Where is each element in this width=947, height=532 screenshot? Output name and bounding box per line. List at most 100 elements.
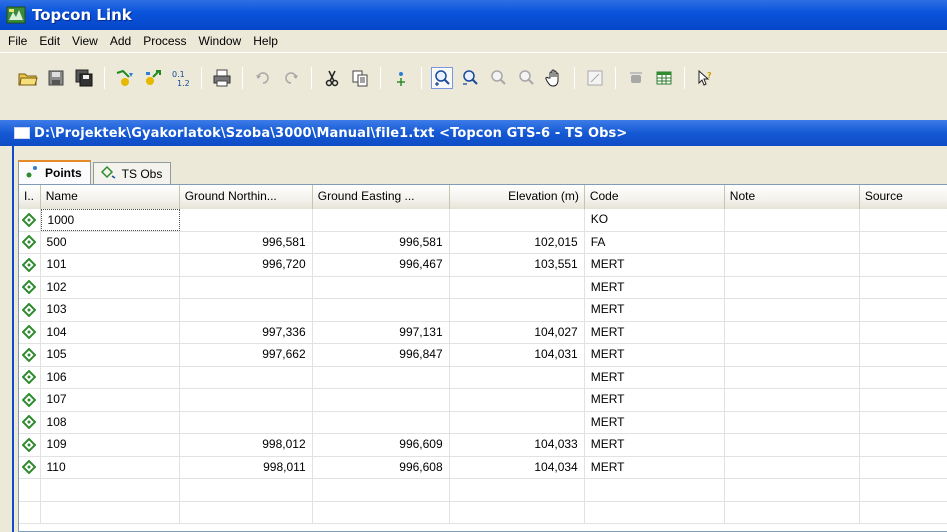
cell-elevation[interactable]: 104,031 [450, 344, 585, 366]
menu-process[interactable]: Process [137, 30, 192, 52]
cell-code[interactable]: KO [585, 209, 725, 231]
cell-name[interactable]: 109 [41, 434, 180, 456]
cell-ground-easting[interactable] [313, 276, 450, 298]
cell-note[interactable] [725, 299, 860, 321]
cell-ground-easting[interactable] [313, 209, 450, 231]
cell-name[interactable]: 106 [41, 366, 180, 388]
cut-icon[interactable] [321, 67, 343, 89]
cell-ground-northing[interactable] [180, 276, 313, 298]
menu-add[interactable]: Add [104, 30, 137, 52]
cell-elevation[interactable] [450, 389, 585, 411]
column-header-ground-northing[interactable]: Ground Northin... [179, 185, 313, 209]
help-pointer-icon[interactable]: ? [694, 67, 716, 89]
cell-source[interactable] [860, 389, 947, 411]
cell-elevation[interactable] [450, 209, 585, 231]
cell-ground-northing[interactable]: 997,336 [180, 321, 313, 343]
cell-code[interactable]: MERT [585, 254, 725, 276]
save-all-icon[interactable] [73, 67, 95, 89]
cell-source[interactable] [860, 209, 947, 231]
print-icon[interactable] [211, 67, 233, 89]
table-row[interactable]: 500 996,581 996,581 102,015 FA [19, 231, 947, 254]
cell-code[interactable]: MERT [585, 389, 725, 411]
cell-ground-easting[interactable] [313, 411, 450, 433]
app-titlebar[interactable]: Topcon Link [0, 0, 947, 30]
cell-source[interactable] [860, 344, 947, 366]
add-point-icon[interactable] [390, 67, 412, 89]
cell-name[interactable]: 108 [41, 411, 180, 433]
table-row[interactable]: 106 MERT [19, 366, 947, 389]
cell-ground-northing[interactable]: 997,662 [180, 344, 313, 366]
zoom-out-icon[interactable] [459, 67, 481, 89]
cell-ground-northing[interactable] [180, 299, 313, 321]
cell-ground-northing[interactable]: 998,011 [180, 456, 313, 478]
cell-ground-easting[interactable]: 996,608 [313, 456, 450, 478]
cell-ground-easting[interactable]: 997,131 [313, 321, 450, 343]
cell-ground-easting[interactable] [313, 389, 450, 411]
zoom-extents-icon[interactable] [487, 67, 509, 89]
cell-source[interactable] [860, 411, 947, 433]
save-icon[interactable] [45, 67, 67, 89]
cell-note[interactable] [725, 366, 860, 388]
table-row[interactable]: 1000 KO [19, 209, 947, 232]
cell-name[interactable]: 110 [41, 456, 180, 478]
cell-ground-easting[interactable]: 996,467 [313, 254, 450, 276]
cell-ground-easting[interactable]: 996,847 [313, 344, 450, 366]
cell-name[interactable]: 105 [41, 344, 180, 366]
cell-note[interactable] [725, 231, 860, 253]
cell-source[interactable] [860, 254, 947, 276]
zoom-in-icon[interactable] [431, 67, 453, 89]
column-header-code[interactable]: Code [584, 185, 725, 209]
table-row[interactable]: 109 998,012 996,609 104,033 MERT [19, 434, 947, 457]
cell-code[interactable]: MERT [585, 411, 725, 433]
tab-ts-obs[interactable]: TS Obs [92, 162, 172, 184]
cell-elevation[interactable]: 104,034 [450, 456, 585, 478]
cell-elevation[interactable]: 104,027 [450, 321, 585, 343]
undo-icon[interactable] [252, 67, 274, 89]
table-row[interactable]: 105 997,662 996,847 104,031 MERT [19, 344, 947, 367]
menu-edit[interactable]: Edit [33, 30, 66, 52]
cell-ground-northing[interactable] [180, 389, 313, 411]
menu-view[interactable]: View [66, 30, 104, 52]
cell-ground-easting[interactable] [313, 299, 450, 321]
cell-ground-easting[interactable] [313, 366, 450, 388]
zoom-window-icon[interactable] [515, 67, 537, 89]
cell-elevation[interactable]: 104,033 [450, 434, 585, 456]
cell-elevation[interactable]: 102,015 [450, 231, 585, 253]
export-icon[interactable] [142, 67, 164, 89]
cell-note[interactable] [725, 434, 860, 456]
cell-source[interactable] [860, 231, 947, 253]
pan-hand-icon[interactable] [543, 67, 565, 89]
cell-ground-easting[interactable]: 996,581 [313, 231, 450, 253]
cell-source[interactable] [860, 366, 947, 388]
cell-code[interactable]: MERT [585, 434, 725, 456]
cell-elevation[interactable] [450, 411, 585, 433]
cell-name[interactable]: 107 [41, 389, 180, 411]
select-box-icon[interactable] [584, 67, 606, 89]
import-icon[interactable] [114, 67, 136, 89]
cell-source[interactable] [860, 299, 947, 321]
cell-note[interactable] [725, 321, 860, 343]
cell-elevation[interactable] [450, 276, 585, 298]
table-row[interactable]: 107 MERT [19, 389, 947, 412]
cell-source[interactable] [860, 456, 947, 478]
cell-note[interactable] [725, 411, 860, 433]
table-row[interactable]: 101 996,720 996,467 103,551 MERT [19, 254, 947, 277]
column-header-name[interactable]: Name [40, 185, 180, 209]
cell-name[interactable]: 104 [41, 321, 180, 343]
cell-elevation[interactable]: 103,551 [450, 254, 585, 276]
cell-code[interactable]: MERT [585, 344, 725, 366]
cell-code[interactable]: MERT [585, 366, 725, 388]
cell-elevation[interactable] [450, 299, 585, 321]
menu-file[interactable]: File [2, 30, 33, 52]
table-row[interactable]: 104 997,336 997,131 104,027 MERT [19, 321, 947, 344]
satellite-icon[interactable] [625, 67, 647, 89]
cell-source[interactable] [860, 434, 947, 456]
redo-icon[interactable] [280, 67, 302, 89]
cell-source[interactable] [860, 276, 947, 298]
cell-ground-northing[interactable] [180, 411, 313, 433]
cell-code[interactable]: MERT [585, 276, 725, 298]
document-titlebar[interactable]: D:\Projektek\Gyakorlatok\Szoba\3000\Manu… [0, 120, 947, 146]
table-row[interactable]: 108 MERT [19, 411, 947, 434]
cell-ground-easting[interactable]: 996,609 [313, 434, 450, 456]
cell-elevation[interactable] [450, 366, 585, 388]
